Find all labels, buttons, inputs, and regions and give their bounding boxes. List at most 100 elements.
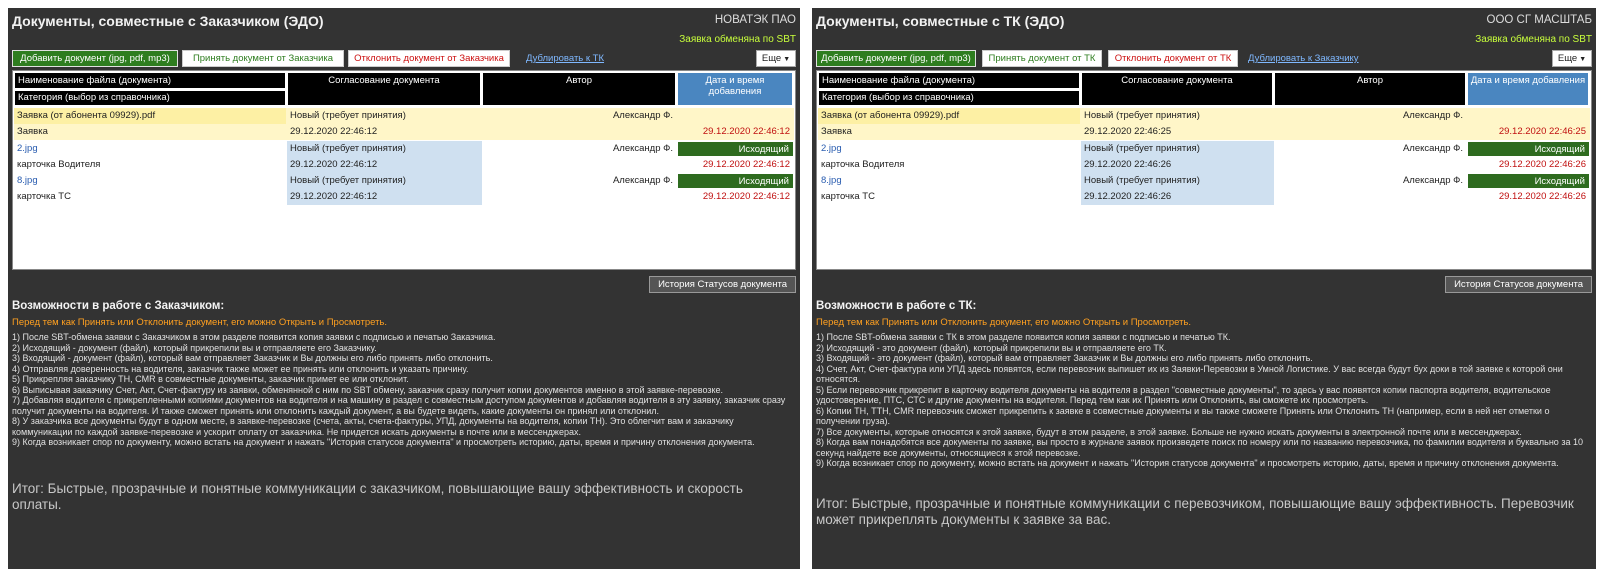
list-item: 3) Входящий - это документ (файл), котор… — [816, 353, 1313, 363]
added-date: 29.12.2020 22:46:12 — [702, 191, 790, 202]
col-header-category[interactable]: Категория (выбор из справочника) — [818, 90, 1080, 106]
file-category: Заявка — [17, 126, 48, 137]
customer-edo-panel: Документы, совместные с Заказчиком (ЭДО)… — [8, 8, 800, 569]
col-header-author[interactable]: Автор — [1274, 72, 1466, 106]
documents-table: Наименование файла (документа) Категория… — [12, 70, 796, 270]
agreement-time: 29.12.2020 22:46:26 — [1081, 157, 1274, 173]
table-row[interactable]: 8.jpg карточка ТС Новый (требует приняти… — [818, 173, 1590, 205]
agreement-status: Новый (требует принятия) — [1081, 173, 1274, 189]
list-item: 2) Исходящий - документ (файл), который … — [12, 342, 377, 353]
agreement-time: 29.12.2020 22:46:12 — [290, 126, 378, 137]
opportunities-title: Возможности в работе с Заказчиком: — [12, 300, 225, 312]
agreement-time: 29.12.2020 22:46:12 — [287, 157, 482, 173]
file-name[interactable]: Заявка (от абонента 09929).pdf — [818, 108, 1080, 124]
col-header-author[interactable]: Автор — [482, 72, 676, 106]
reject-document-button[interactable]: Отклонить документ от ТК — [1108, 50, 1238, 67]
documents-table: Наименование файла (документа) Категория… — [816, 70, 1592, 270]
col-header-agreement[interactable]: Согласование документа — [1081, 72, 1273, 106]
reject-document-button[interactable]: Отклонить документ от Заказчика — [348, 50, 510, 67]
table-row[interactable]: 2.jpg карточка Водителя Новый (требует п… — [818, 141, 1590, 173]
author-name: Александр Ф. — [612, 110, 673, 121]
agreement-time: 29.12.2020 22:46:12 — [287, 189, 482, 205]
list-item: 5) Если перевозчик прикрепит в карточку … — [816, 384, 1551, 406]
table-row[interactable]: 2.jpg карточка Водителя Новый (требует п… — [14, 141, 794, 173]
status-history-button[interactable]: История Статусов документа — [1445, 276, 1592, 293]
exchange-status: Заявка обменяна по SBT — [679, 34, 796, 45]
exchange-status: Заявка обменяна по SBT — [1475, 34, 1592, 45]
list-item: 1) После SBT-обмена заявки с ТК в этом р… — [816, 332, 1231, 342]
col-header-name[interactable]: Наименование файла (документа) — [14, 72, 286, 89]
summary-text: Итог: Быстрые, прозрачные и понятные ком… — [12, 481, 743, 512]
list-item: 7) Все документы, которые относятся к эт… — [816, 426, 1522, 437]
outgoing-badge: Исходящий — [1467, 141, 1590, 157]
duplicate-link[interactable]: Дублировать к Заказчику — [1248, 53, 1359, 64]
panel-title: Документы, совместные с Заказчиком (ЭДО) — [12, 13, 324, 29]
agreement-status: Новый (требует принятия) — [290, 110, 406, 121]
agreement-time: 29.12.2020 22:46:25 — [1084, 126, 1172, 137]
file-name[interactable]: Заявка (от абонента 09929).pdf — [14, 108, 286, 124]
list-item: 6) Копии ТН, ТТН, CMR перевозчик сможет … — [816, 405, 1550, 427]
agreement-time: 29.12.2020 22:46:26 — [1081, 189, 1274, 205]
agreement-status: Новый (требует принятия) — [1084, 110, 1200, 121]
accept-document-button[interactable]: Принять документ от ТК — [982, 50, 1102, 67]
list-item: 9) Когда возникает спор по документу, мо… — [816, 458, 1559, 468]
author-name: Александр Ф. — [1402, 110, 1463, 121]
file-name-link[interactable]: 2.jpg — [818, 141, 1080, 157]
list-item: 6) Выписывая заказчику Счет, Акт, Счет-ф… — [12, 384, 724, 395]
outgoing-badge: Исходящий — [677, 141, 794, 157]
list-item: 2) Исходящий - это документ (файл), кото… — [816, 342, 1167, 353]
opportunities-list: 1) После SBT-обмена заявки с ТК в этом р… — [816, 332, 1584, 469]
col-header-name[interactable]: Наименование файла (документа) — [818, 72, 1080, 89]
add-document-button[interactable]: Добавить документ (jpg, pdf, mp3) — [12, 50, 178, 67]
list-item: 3) Входящий - документ (файл), который в… — [12, 353, 493, 363]
more-label: Еще — [1557, 53, 1578, 64]
agreement-status: Новый (требует принятия) — [1081, 141, 1274, 157]
agreement-status: Новый (требует принятия) — [287, 173, 482, 189]
list-item: 4) Отправляя доверенность на водителя, з… — [12, 363, 469, 374]
more-label: Еще — [761, 53, 782, 64]
opportunities-title: Возможности в работе с ТК: — [816, 300, 977, 312]
author-name: Александр Ф. — [612, 175, 673, 186]
list-item: 7) Добавляя водителя с прикрепленными ко… — [12, 395, 786, 416]
summary-text: Итог: Быстрые, прозрачные и понятные ком… — [816, 496, 1574, 527]
file-category: карточка ТС — [17, 191, 71, 202]
carrier-edo-panel: Документы, совместные с ТК (ЭДО) ООО СГ … — [812, 8, 1596, 569]
author-name: Александр Ф. — [612, 143, 673, 154]
file-name-link[interactable]: 8.jpg — [818, 173, 1080, 189]
duplicate-link[interactable]: Дублировать к ТК — [526, 53, 604, 64]
file-category: Заявка — [821, 126, 852, 137]
outgoing-badge: Исходящий — [677, 173, 794, 189]
col-header-date[interactable]: Дата и время добавления — [1467, 72, 1589, 106]
list-item: 9) Когда возникает спор по документу, мо… — [12, 437, 755, 447]
added-date: 29.12.2020 22:46:12 — [702, 159, 790, 170]
file-category: карточка ТС — [821, 191, 875, 202]
panel-title: Документы, совместные с ТК (ЭДО) — [816, 13, 1065, 29]
table-row[interactable]: 8.jpg карточка ТС Новый (требует приняти… — [14, 173, 794, 205]
table-row[interactable]: Заявка (от абонента 09929).pdf Заявка Но… — [818, 108, 1590, 140]
company-name: ООО СГ МАСШТАБ — [1486, 14, 1592, 26]
list-item: 4) Счет, Акт, Счет-фактура или УПД здесь… — [816, 363, 1563, 385]
add-document-button[interactable]: Добавить документ (jpg, pdf, mp3) — [816, 50, 976, 67]
file-name-link[interactable]: 2.jpg — [14, 141, 286, 157]
file-name-link[interactable]: 8.jpg — [14, 173, 286, 189]
col-header-agreement[interactable]: Согласование документа — [287, 72, 481, 106]
author-name: Александр Ф. — [1402, 143, 1463, 154]
added-date: 29.12.2020 22:46:26 — [1498, 159, 1586, 170]
file-category: карточка Водителя — [17, 159, 101, 170]
list-item: 8) У заказчика все документы будут в одн… — [12, 416, 734, 437]
added-date: 29.12.2020 22:46:12 — [702, 126, 790, 137]
list-item: 8) Когда вам понадобятся все документы п… — [816, 437, 1583, 458]
more-dropdown[interactable]: Еще ▼ — [1552, 50, 1592, 67]
file-category: карточка Водителя — [821, 159, 905, 170]
opportunities-list: 1) После SBT-обмена заявки с Заказчиком … — [12, 332, 788, 448]
accept-document-button[interactable]: Принять документ от Заказчика — [182, 50, 344, 67]
author-name: Александр Ф. — [1402, 175, 1463, 186]
company-name: НОВАТЭК ПАО — [714, 14, 796, 26]
more-dropdown[interactable]: Еще ▼ — [756, 50, 796, 67]
added-date: 29.12.2020 22:46:26 — [1498, 191, 1586, 202]
table-row[interactable]: Заявка (от абонента 09929).pdf Заявка Но… — [14, 108, 794, 140]
status-history-button[interactable]: История Статусов документа — [649, 276, 796, 293]
col-header-category[interactable]: Категория (выбор из справочника) — [14, 90, 286, 106]
col-header-date[interactable]: Дата и время добавления — [677, 72, 793, 106]
agreement-status: Новый (требует принятия) — [287, 141, 482, 157]
